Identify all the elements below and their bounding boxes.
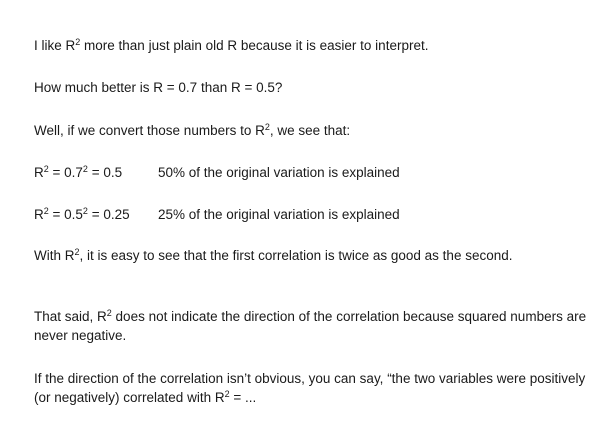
caveat-text: That said, R2 does not indicate the dire… <box>34 308 587 344</box>
document-page: I like R2 more than just plain old R bec… <box>0 0 614 432</box>
question-text: How much better is R = 0.7 than R = 0.5? <box>34 80 283 95</box>
comparison-text: With R2, it is easy to see that the firs… <box>34 247 513 264</box>
example-row-2: R2 = 0.52 = 0.25 25% of the original vari… <box>34 206 400 223</box>
convert-text: Well, if we convert those numbers to R2,… <box>34 122 351 139</box>
example-2-explanation: 25% of the original variation is explain… <box>158 207 400 222</box>
advice-text: If the direction of the correlation isn’… <box>34 371 586 405</box>
example-1-explanation: 50% of the original variation is explain… <box>158 165 400 180</box>
intro-text: I like R2 more than just plain old R bec… <box>34 37 429 54</box>
example-1-equation: R2 = 0.72 = 0.5 <box>34 164 123 181</box>
example-row-1: R2 = 0.72 = 0.5 50% of the original varia… <box>34 164 400 181</box>
example-2-equation: R2 = 0.52 = 0.25 <box>34 206 130 223</box>
